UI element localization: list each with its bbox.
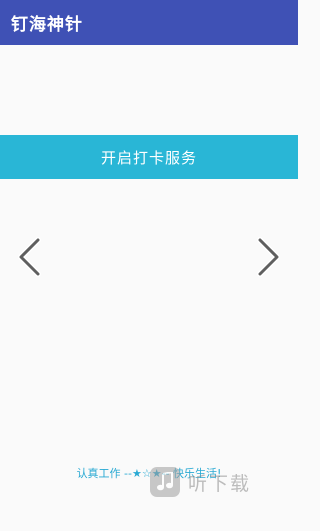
main-content: 开启打卡服务 认真工作 --★☆★-- 快乐生活!	[0, 45, 298, 531]
start-checkin-service-button[interactable]: 开启打卡服务	[0, 135, 298, 179]
app-title: 钉海神针	[11, 15, 83, 35]
watermark-text: 听下载	[188, 472, 252, 495]
start-checkin-service-label: 开启打卡服务	[100, 148, 197, 167]
previous-arrow-button[interactable]	[14, 235, 46, 279]
watermark: 听下载	[150, 462, 298, 502]
app-bar: 钉海神针	[0, 0, 298, 45]
music-note-icon	[150, 467, 180, 497]
next-arrow-button[interactable]	[252, 235, 284, 279]
chevron-right-icon	[257, 237, 280, 277]
chevron-left-icon	[18, 237, 41, 277]
